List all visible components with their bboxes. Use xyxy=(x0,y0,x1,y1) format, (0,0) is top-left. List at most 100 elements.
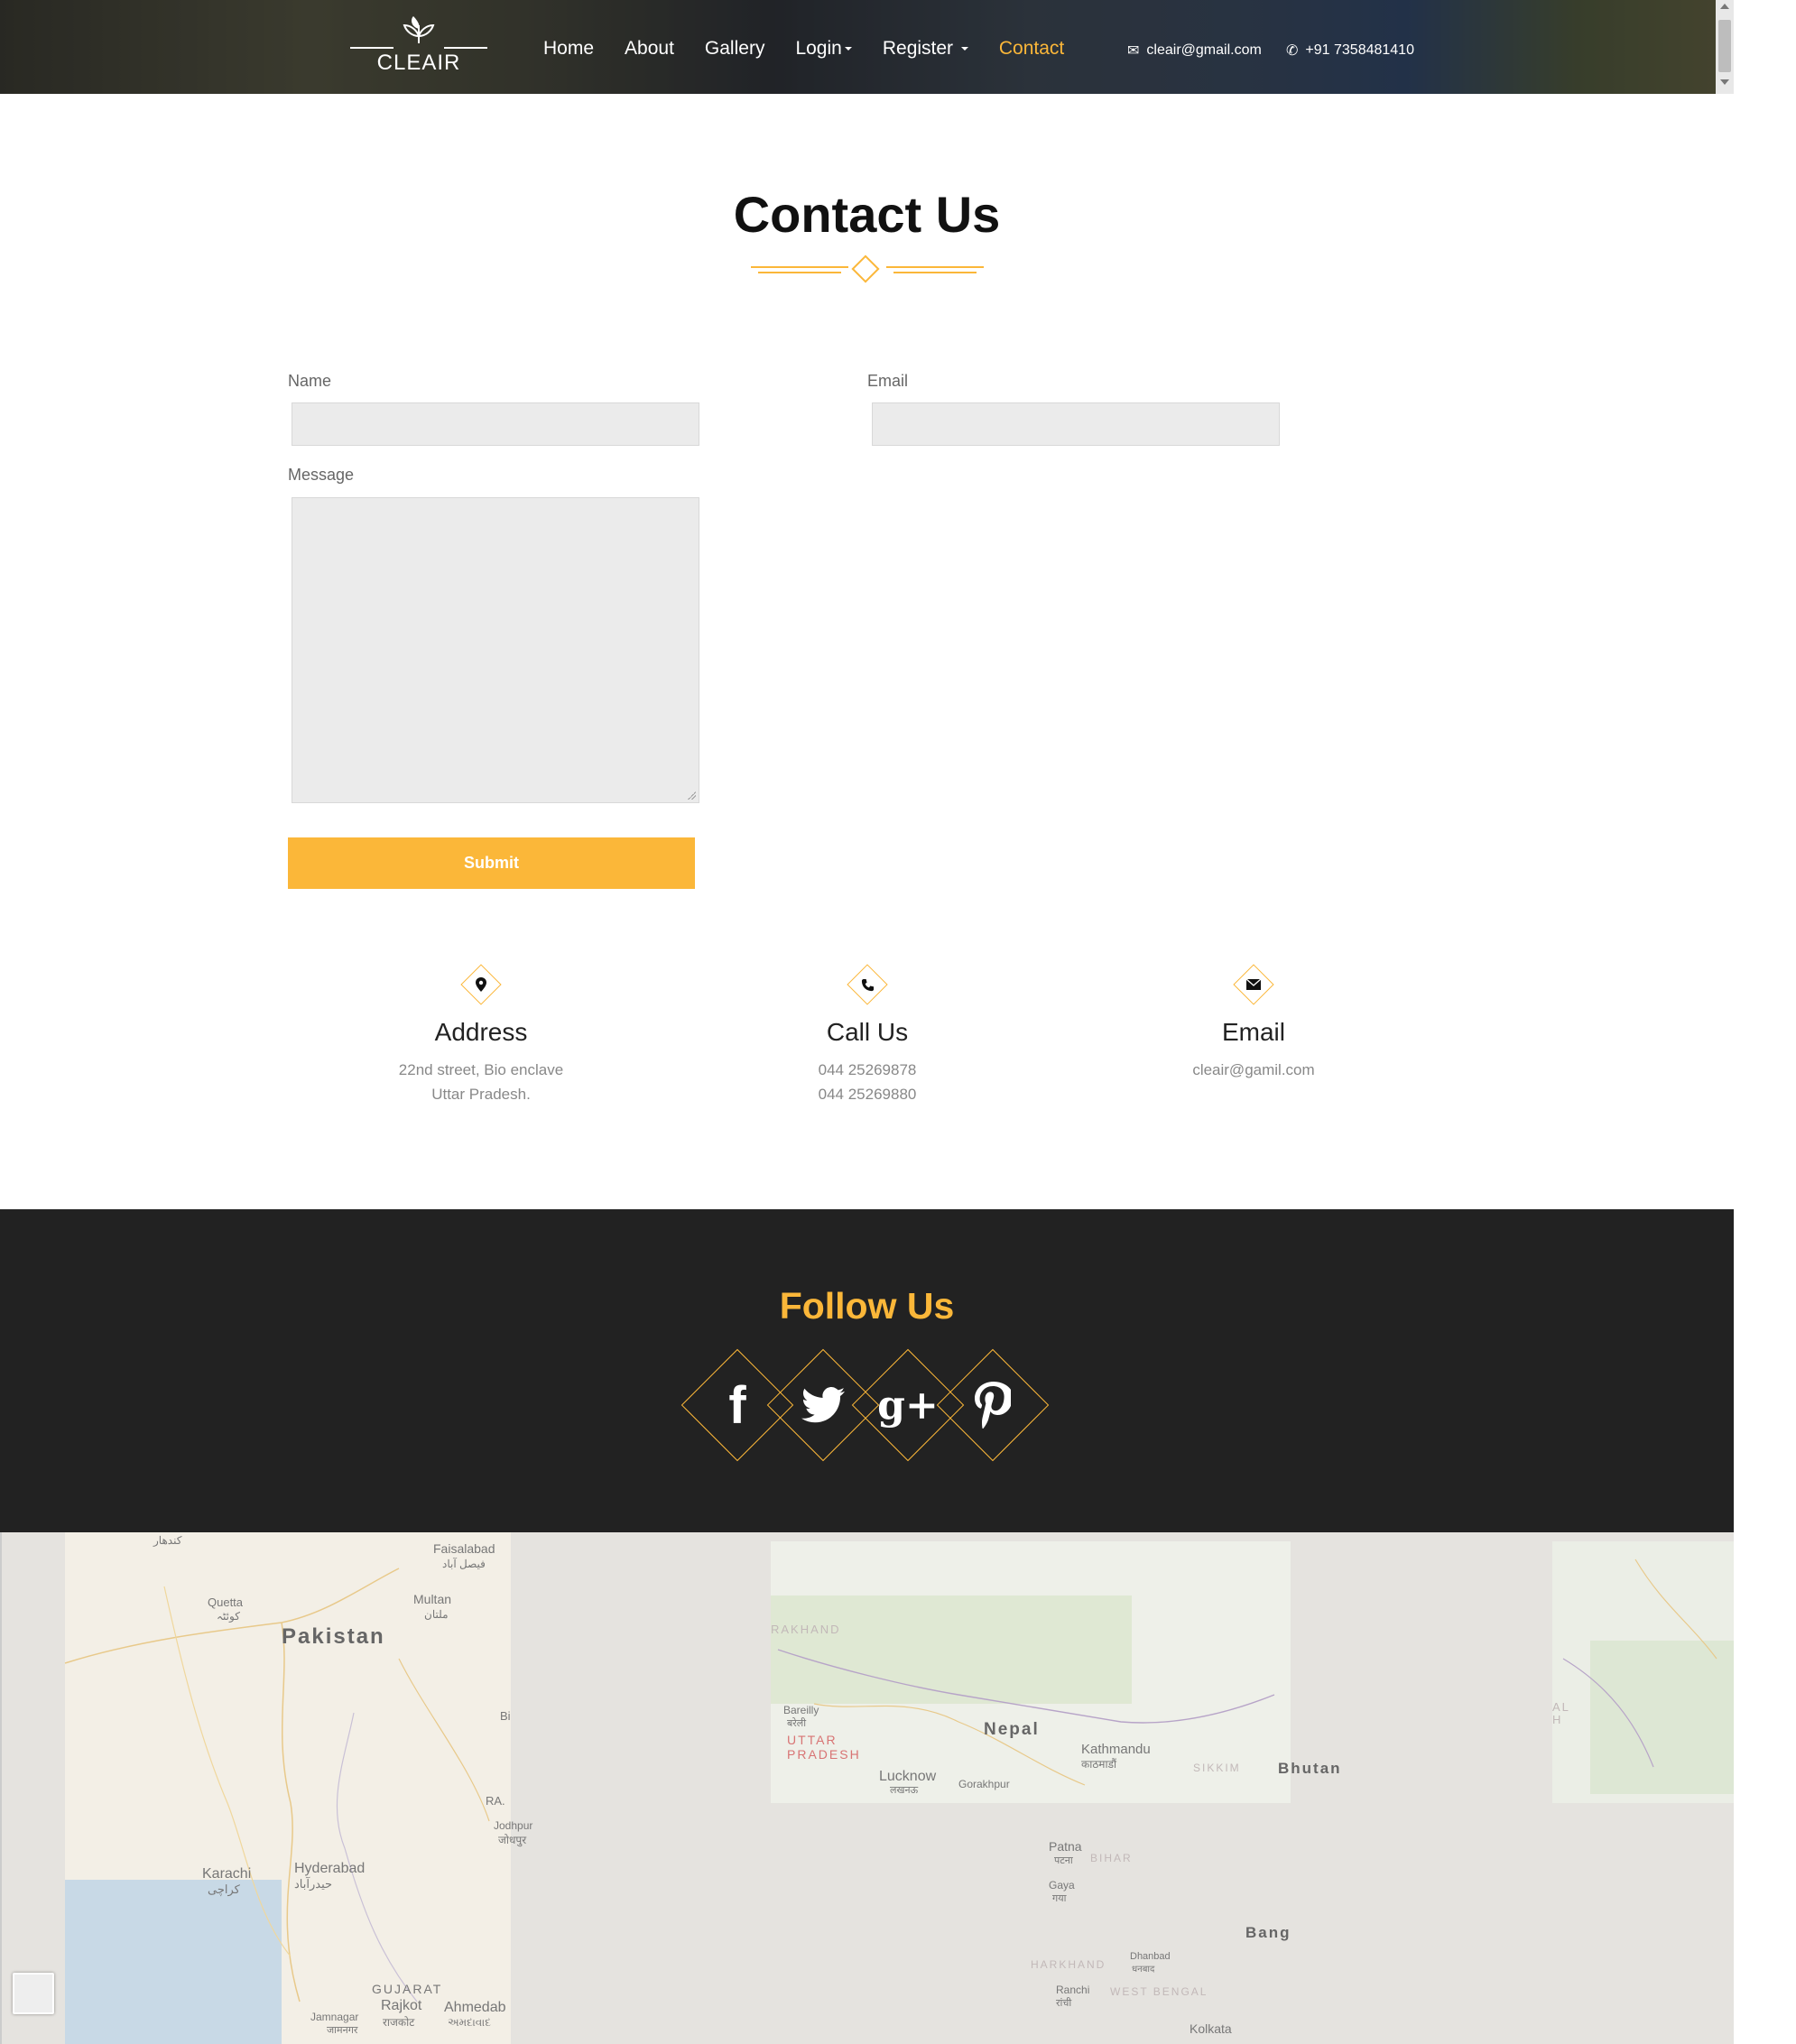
nav-gallery-label: Gallery xyxy=(704,38,765,59)
map-label: RA. xyxy=(486,1794,505,1808)
map-label: Bang xyxy=(1245,1924,1291,1941)
map-label: Rajkot xyxy=(381,1998,422,2013)
email-address[interactable]: cleair@gamil.com xyxy=(1073,1058,1434,1082)
map-label: Nepal xyxy=(984,1720,1040,1739)
phone-icon xyxy=(847,964,888,1005)
map-label: Ahmedab xyxy=(444,2000,506,2015)
call-icon-wrapper xyxy=(847,964,888,1005)
main-nav: Home About Gallery Login Register Contac… xyxy=(543,38,1095,60)
divider-line xyxy=(758,272,841,273)
name-field[interactable] xyxy=(292,402,699,446)
leaf-icon xyxy=(403,16,435,43)
map-label: राजकोट xyxy=(383,2016,415,2029)
map-label: Patna xyxy=(1049,1839,1082,1854)
caret-down-icon xyxy=(844,47,852,51)
site-logo[interactable]: CLEAIR xyxy=(350,13,487,78)
email-label: Email xyxy=(867,372,909,390)
map-label: کراچی xyxy=(208,1882,240,1896)
map-label: H xyxy=(1552,1713,1563,1726)
map-control-button[interactable] xyxy=(13,1973,54,2014)
address-block: Address 22nd street, Bio enclave Uttar P… xyxy=(301,964,662,1106)
map-embed[interactable]: Faisalabad فیصل آباد Multan ملتان Quetta… xyxy=(0,1532,1734,2044)
map-label: Pakistan xyxy=(282,1624,385,1649)
email-heading: Email xyxy=(1221,1018,1285,1046)
phone-number[interactable]: 044 25269878 xyxy=(687,1058,1048,1082)
email-icon-wrapper xyxy=(1233,964,1274,1005)
logo-line-right xyxy=(444,47,487,49)
email-block: Email cleair@gamil.com xyxy=(1073,964,1434,1082)
map-label: BIHAR xyxy=(1090,1852,1133,1864)
map-label: ملتان xyxy=(424,1608,449,1621)
map-label: HARKHAND xyxy=(1031,1958,1106,1971)
nav-register-label: Register xyxy=(882,38,954,59)
call-heading: Call Us xyxy=(826,1018,909,1046)
nav-gallery[interactable]: Gallery xyxy=(705,38,765,60)
call-text: 044 25269878 044 25269880 xyxy=(687,1058,1048,1106)
map-label: Ranchi xyxy=(1056,1984,1090,1996)
email-field[interactable] xyxy=(872,402,1280,446)
name-label: Name xyxy=(288,372,332,390)
map-label: Bareilly xyxy=(783,1704,819,1716)
map-label: SIKKIM xyxy=(1193,1762,1241,1774)
map-label: UTTAR PRADESH xyxy=(787,1733,861,1762)
scrollbar[interactable] xyxy=(1716,0,1734,94)
logo-text: CLEAIR xyxy=(376,51,461,75)
map-label: Quetta xyxy=(208,1595,244,1609)
nav-home[interactable]: Home xyxy=(543,38,594,60)
header-email-text: cleair@gmail.com xyxy=(1146,42,1262,58)
map-label: Bhutan xyxy=(1278,1760,1342,1777)
map-label: गया xyxy=(1052,1893,1067,1904)
scrollbar-thumb[interactable] xyxy=(1718,20,1731,72)
pinterest-icon xyxy=(937,1349,1049,1461)
envelope-icon: ✉ xyxy=(1127,43,1140,59)
message-label: Message xyxy=(288,466,355,484)
address-icon-wrapper xyxy=(460,964,502,1005)
map-label: GUJARAT xyxy=(372,1982,443,1996)
address-heading: Address xyxy=(434,1018,528,1046)
map-label: काठमाडौं xyxy=(1081,1758,1117,1771)
phone-icon: ✆ xyxy=(1286,43,1299,59)
map-label: लखनऊ xyxy=(890,1785,919,1796)
map-label: فیصل آباد xyxy=(442,1558,486,1570)
scroll-down-icon[interactable] xyxy=(1720,79,1729,85)
divider-line xyxy=(886,266,984,268)
map-label: Dhanbad xyxy=(1130,1951,1171,1962)
nav-about[interactable]: About xyxy=(625,38,674,60)
map-label: AL xyxy=(1552,1700,1570,1714)
map-label: Gorakhpur xyxy=(958,1778,1010,1790)
map-label: Jodhpur xyxy=(494,1819,533,1832)
divider-line xyxy=(751,266,848,268)
map-marker-icon xyxy=(460,964,502,1005)
header-phone[interactable]: ✆ +91 7358481410 xyxy=(1286,42,1414,60)
map-label: पटना xyxy=(1054,1855,1073,1866)
map-label: Karachi xyxy=(202,1866,252,1882)
map-label: Gaya xyxy=(1049,1879,1075,1891)
nav-login[interactable]: Login xyxy=(795,38,852,60)
header-phone-text: +91 7358481410 xyxy=(1305,42,1414,58)
map-label: रांची xyxy=(1056,1998,1072,2009)
map-label: حیدرآباد xyxy=(294,1877,333,1891)
map-label: کندهار xyxy=(153,1534,182,1547)
map-label: Jamnagar xyxy=(310,2011,359,2023)
nav-contact[interactable]: Contact xyxy=(999,38,1064,60)
scroll-up-icon[interactable] xyxy=(1720,4,1729,9)
map-label: जामनगर xyxy=(327,2025,358,2036)
pinterest-link[interactable] xyxy=(936,1348,1050,1462)
map-label: RAKHAND xyxy=(771,1623,841,1636)
map-label: Kathmandu xyxy=(1081,1742,1151,1757)
address-text: 22nd street, Bio enclave Uttar Pradesh. xyxy=(301,1058,662,1106)
nav-register[interactable]: Register xyxy=(883,38,968,60)
header-email[interactable]: ✉ cleair@gmail.com xyxy=(1127,42,1262,60)
resize-handle[interactable] xyxy=(687,791,696,800)
message-textarea[interactable] xyxy=(292,497,699,803)
map-label: बरेली xyxy=(787,1718,807,1729)
envelope-icon xyxy=(1233,964,1274,1005)
address-line: 22nd street, Bio enclave xyxy=(398,1061,564,1078)
submit-button[interactable]: Submit xyxy=(288,837,695,889)
call-block: Call Us 044 25269878 044 25269880 xyxy=(687,964,1048,1106)
map-label: Kolkata xyxy=(1190,2021,1232,2036)
phone-number[interactable]: 044 25269880 xyxy=(687,1082,1048,1106)
map-label: کوئٹہ xyxy=(217,1610,240,1623)
title-divider xyxy=(751,254,984,286)
logo-line-left xyxy=(350,47,393,49)
